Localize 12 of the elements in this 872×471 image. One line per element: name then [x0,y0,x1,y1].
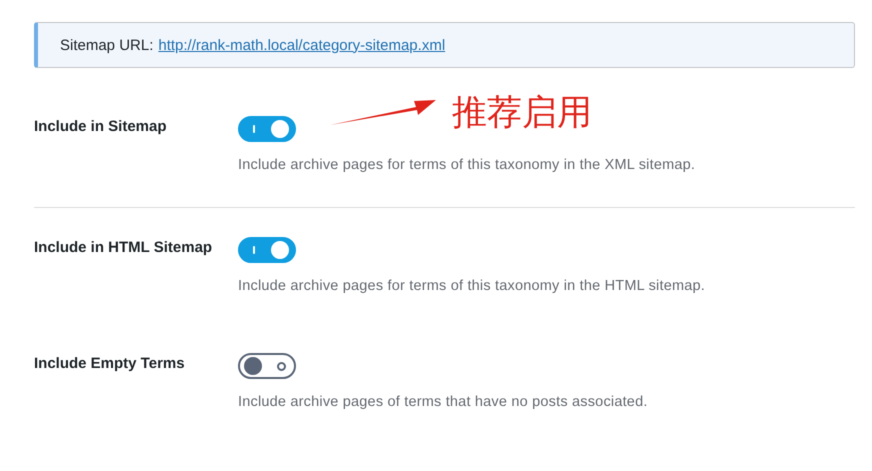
notice-label: Sitemap URL: [60,36,154,54]
toggle-switch[interactable] [238,237,296,263]
setting-label: Include Empty Terms [34,354,186,374]
setting-label: Include in Sitemap [34,117,168,137]
sitemap-link[interactable]: http://rank-math.local/category-sitemap.xml [158,36,446,54]
toggle-switch[interactable] [238,353,296,379]
annotation-text: 推荐启用 [452,96,592,131]
setting-description: Include archive pages of terms that have no posts associated. [238,394,649,410]
setting-label: Include in HTML Sitemap [34,238,214,258]
toggle-switch[interactable] [238,116,296,142]
setting-description: Include archive pages for terms of this taxonomy in the XML sitemap. [238,157,696,173]
setting-description: Include archive pages for terms of this taxonomy in the HTML sitemap. [238,278,706,294]
